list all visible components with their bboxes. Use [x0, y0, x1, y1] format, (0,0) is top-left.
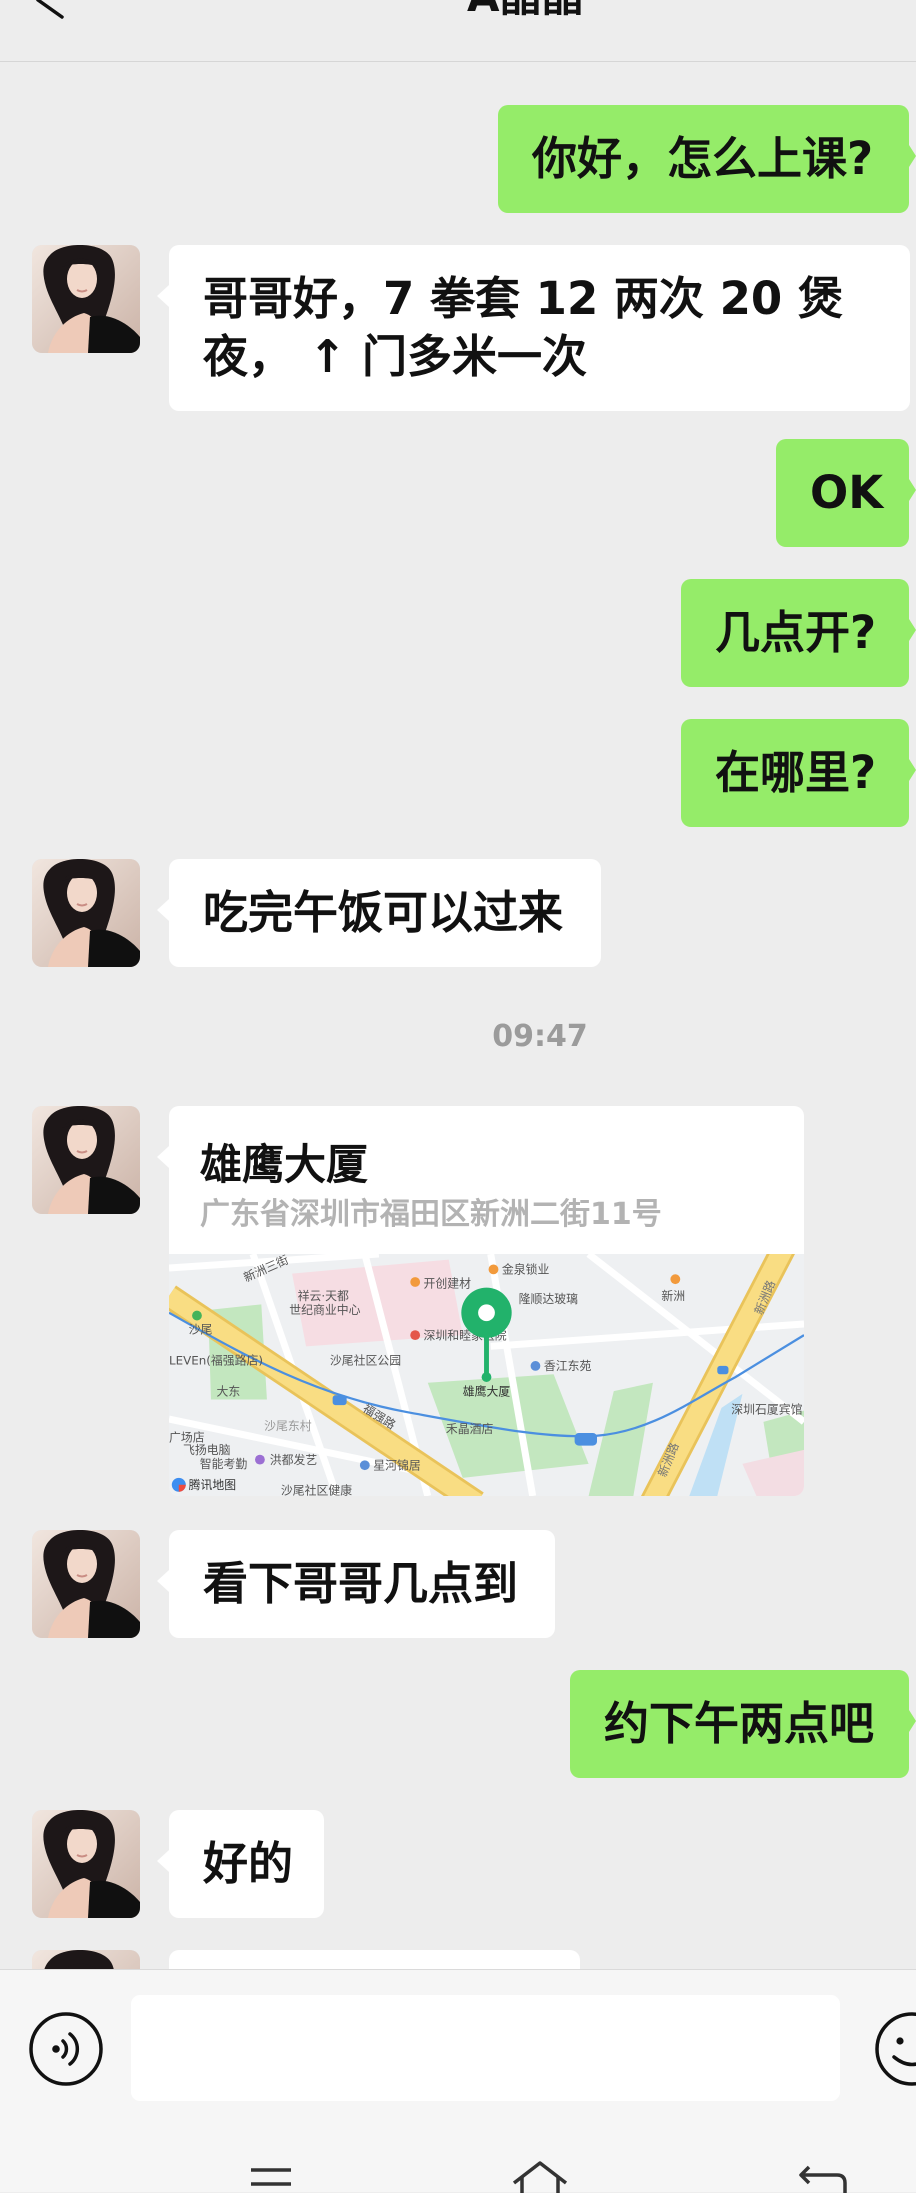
chat-input-bar — [0, 1969, 916, 2193]
message-bubble-outgoing[interactable]: 在哪里? — [681, 719, 916, 827]
avatar-photo — [32, 245, 140, 353]
back-icon[interactable] — [795, 2163, 851, 2193]
message-bubble-outgoing[interactable]: OK — [776, 439, 916, 547]
map-label: 沙尾东村 — [264, 1419, 312, 1433]
map-label: 雄鹰大厦 — [463, 1384, 511, 1398]
emoji-icon[interactable] — [872, 2010, 916, 2088]
location-address: 广东省深圳市福田区新洲二街11号 — [200, 1197, 662, 1232]
map-brand-label: 腾讯地图 — [189, 1478, 236, 1492]
map-label: 金泉锁业 — [502, 1263, 550, 1277]
map-label: 洪都发艺 — [270, 1453, 318, 1467]
message-bubble-incoming[interactable]: 哥哥好，7 拳套 12 两次 20 煲夜， ↑ 门多米一次 — [157, 245, 910, 411]
avatar[interactable] — [32, 1530, 140, 1638]
location-card-body: 雄鹰大厦 广东省深圳市福田区新洲二街11号 金泉锁业 开创建材 新洲 新洲三街 … — [169, 1106, 804, 1496]
avatar-photo — [32, 1810, 140, 1918]
map-label: 香江东苑 — [544, 1359, 592, 1373]
menu-icon[interactable] — [247, 2163, 295, 2193]
chevron-left-icon[interactable] — [30, 0, 74, 22]
map-label: 禾晶酒店 — [446, 1422, 494, 1436]
message-bubble-incoming[interactable]: 看下哥哥几点到 — [157, 1530, 555, 1638]
home-icon[interactable] — [510, 2159, 570, 2193]
message-bubble-incoming[interactable]: 吃完午饭可以过来 — [157, 859, 601, 967]
message-timestamp: 09:47 — [492, 1019, 588, 1054]
avatar-photo — [32, 1530, 140, 1638]
message-bubble-outgoing[interactable]: 几点开? — [681, 579, 916, 687]
chat-header: A晶晶 — [0, 0, 916, 62]
map-label: 隆顺达玻璃 — [519, 1292, 578, 1306]
map-label: 智能考勤 — [200, 1457, 248, 1471]
message-bubble-outgoing[interactable]: 约下午两点吧 — [570, 1670, 916, 1778]
avatar[interactable] — [32, 859, 140, 967]
avatar-photo — [32, 859, 140, 967]
map-label: 大东 — [217, 1384, 241, 1398]
location-card[interactable]: 雄鹰大厦 广东省深圳市福田区新洲二街11号 金泉锁业 开创建材 新洲 新洲三街 … — [157, 1106, 804, 1496]
map-label: 世纪商业中心 — [289, 1303, 360, 1317]
voice-icon[interactable] — [27, 2010, 105, 2088]
map-label: 深圳石厦宾馆 — [731, 1402, 802, 1416]
map-brand-logo: 腾讯地图 — [171, 1477, 236, 1492]
map-label: 飞扬电脑 — [183, 1443, 231, 1457]
map-label: 广场店 — [169, 1430, 205, 1444]
map-label: LEVEn(福强路店) — [169, 1354, 263, 1368]
map-label: 沙尾 — [189, 1323, 213, 1337]
map-label: 沙尾社区健康 — [281, 1484, 352, 1496]
map-label: 星河锦居 — [373, 1458, 421, 1472]
message-bubble-incoming[interactable]: 好的 — [157, 1810, 324, 1918]
message-input[interactable] — [131, 1995, 840, 2101]
avatar[interactable] — [32, 245, 140, 353]
map-label: 沙尾社区公园 — [330, 1354, 401, 1368]
map-label: 祥云·天都 — [298, 1289, 349, 1303]
avatar[interactable] — [32, 1106, 140, 1214]
avatar-photo — [32, 1106, 140, 1214]
location-map[interactable]: 金泉锁业 开创建材 新洲 新洲三街 祥云·天都 世纪商业中心 深圳和睦家医院 隆… — [169, 1254, 804, 1496]
message-bubble-outgoing[interactable]: 你好，怎么上课? — [498, 105, 916, 213]
map-label: 开创建材 — [424, 1277, 472, 1291]
chat-title: A晶晶 — [467, 0, 584, 21]
location-name: 雄鹰大厦 — [200, 1140, 369, 1189]
map-label: 新洲 — [661, 1289, 685, 1303]
avatar[interactable] — [32, 1810, 140, 1918]
